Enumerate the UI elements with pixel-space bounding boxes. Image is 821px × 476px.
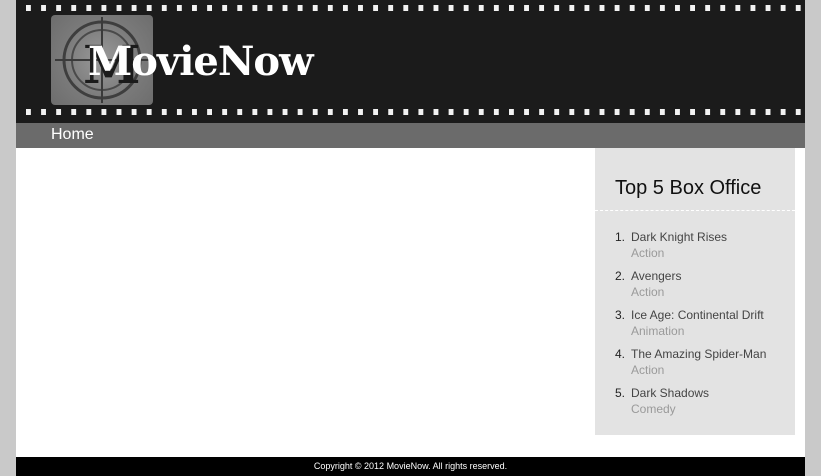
- movie-genre: Action: [631, 363, 665, 377]
- site-footer: Copyright © 2012 MovieNow. All rights re…: [16, 457, 805, 476]
- box-office-item: 3. Ice Age: Continental Drift Animation: [615, 308, 795, 347]
- box-office-item: 5. Dark Shadows Comedy: [615, 386, 795, 425]
- box-office-item: 2. Avengers Action: [615, 269, 795, 308]
- box-office-item: 1. Dark Knight Rises Action: [615, 230, 795, 269]
- copyright-text: Copyright © 2012 MovieNow. All rights re…: [313, 461, 508, 471]
- page: M MovieNow Home Top 5 Box Office 1. Dark…: [16, 0, 805, 476]
- movie-genre: Action: [631, 246, 665, 260]
- item-rank: 1.: [615, 230, 626, 244]
- movie-genre: Comedy: [631, 402, 676, 416]
- movie-title[interactable]: The Amazing Spider-Man: [631, 347, 766, 362]
- sidebar-divider: [595, 210, 795, 211]
- box-office-sidebar: Top 5 Box Office 1. Dark Knight Rises Ac…: [595, 148, 795, 435]
- nav-home-link[interactable]: Home: [51, 125, 94, 145]
- main-nav: Home: [16, 123, 805, 148]
- movie-genre: Animation: [631, 324, 685, 338]
- item-rank: 2.: [615, 269, 626, 283]
- movie-title[interactable]: Dark Knight Rises: [631, 230, 727, 245]
- movie-title[interactable]: Avengers: [631, 269, 681, 284]
- movie-title[interactable]: Dark Shadows: [631, 386, 709, 401]
- item-rank: 4.: [615, 347, 626, 361]
- movie-title[interactable]: Ice Age: Continental Drift: [631, 308, 764, 323]
- movie-genre: Action: [631, 285, 665, 299]
- box-office-item: 4. The Amazing Spider-Man Action: [615, 347, 795, 386]
- site-header: M MovieNow: [16, 0, 805, 123]
- film-strip-top: [16, 5, 805, 11]
- film-strip-bottom: [16, 109, 805, 115]
- sidebar-title: Top 5 Box Office: [615, 177, 762, 199]
- box-office-list: 1. Dark Knight Rises Action 2. Avengers …: [615, 230, 795, 425]
- item-rank: 5.: [615, 386, 626, 400]
- site-logo-text[interactable]: MovieNow: [88, 38, 314, 86]
- item-rank: 3.: [615, 308, 626, 322]
